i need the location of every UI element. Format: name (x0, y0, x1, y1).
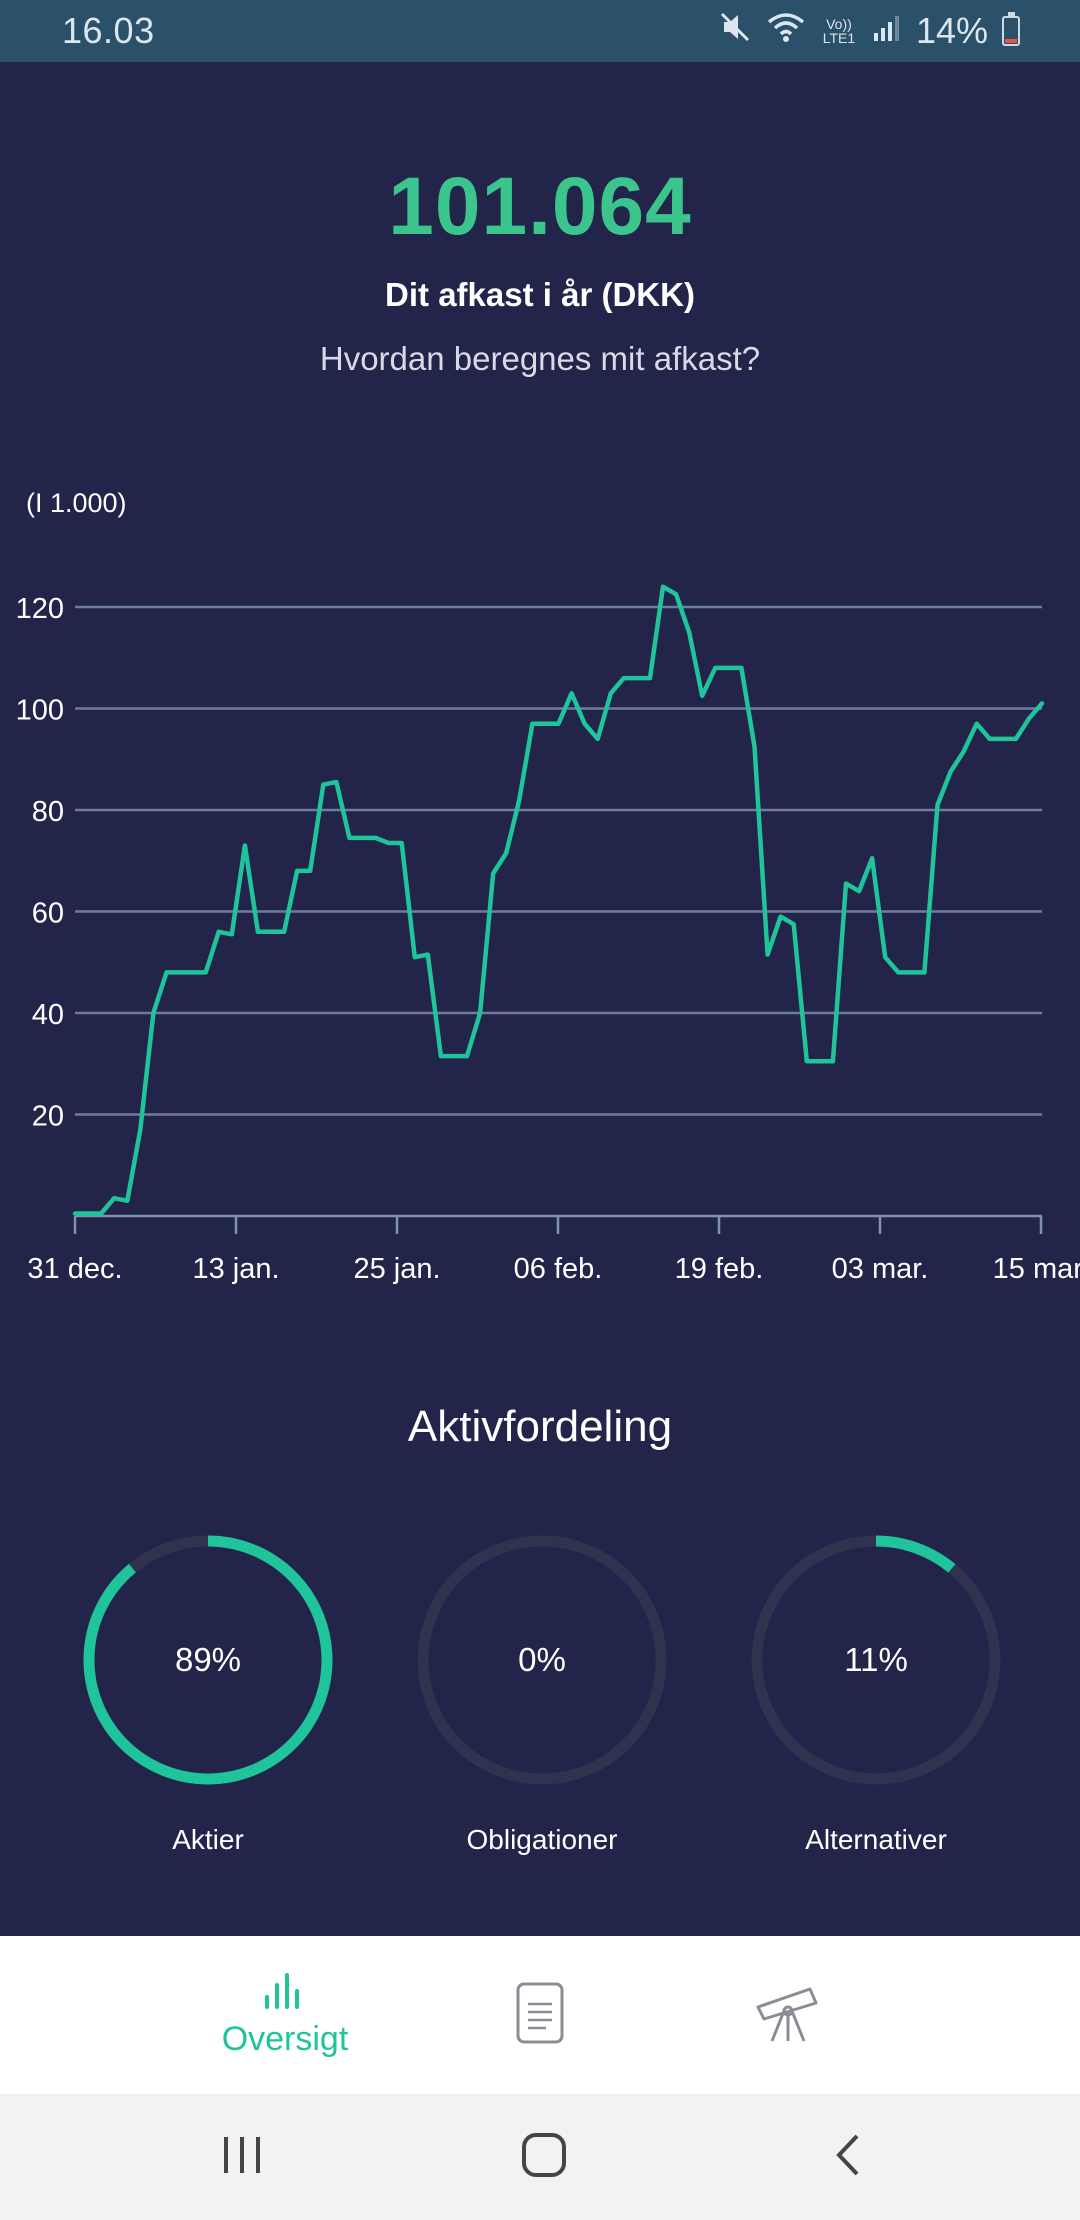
status-icons: Vo)) LTE1 14% (718, 10, 1020, 53)
tab-documents[interactable] (460, 1936, 620, 2094)
x-tick-label: 03 mar. (832, 1253, 929, 1285)
allocation-ring-aktier: 89% (78, 1530, 338, 1790)
return-value: 101.064 (388, 161, 692, 252)
battery-icon (1002, 12, 1020, 46)
allocation-percent: 11% (844, 1641, 908, 1678)
tab-oversigt[interactable]: Oversigt (170, 1936, 400, 2094)
allocation-label-alternativer: Alternativer (805, 1824, 947, 1855)
signal-icon (872, 10, 902, 52)
allocation-label-aktier: Aktier (172, 1824, 244, 1855)
telescope-icon (754, 1981, 826, 2050)
x-tick-label: 25 jan. (353, 1253, 440, 1285)
wifi-icon (766, 10, 806, 53)
system-nav-bar (0, 2094, 1080, 2220)
mute-icon (718, 10, 752, 53)
return-series-line (72, 584, 1045, 1216)
recent-apps-icon (220, 2135, 264, 2180)
tab-outlook[interactable] (710, 1936, 870, 2094)
lte-icon: Vo)) LTE1 (822, 16, 856, 46)
home-button[interactable] (484, 2094, 604, 2220)
allocation-percent: 0% (518, 1641, 566, 1678)
allocation-percent: 89% (174, 1641, 242, 1678)
allocation-label-obligationer: Obligationer (466, 1824, 618, 1855)
x-tick-label: 15 mar. (993, 1253, 1080, 1285)
return-chart-svg: (I 1.000) 120 100 80 60 40 20 31 dec. 13 jan. 25 … (16, 488, 1080, 1285)
back-icon (833, 2132, 863, 2183)
battery-percent: 14% (915, 10, 988, 51)
recent-apps-button[interactable] (182, 2094, 302, 2220)
status-time: 16.03 (62, 10, 155, 51)
document-icon (514, 1980, 566, 2051)
y-tick-label: 100 (16, 695, 64, 727)
x-tick-label: 19 feb. (675, 1253, 764, 1285)
x-tick-label: 31 dec. (27, 1253, 122, 1285)
y-tick-label: 120 (16, 593, 64, 625)
chart-unit-note: (I 1.000) (26, 488, 127, 518)
y-tick-label: 20 (32, 1101, 64, 1133)
return-label: Dit afkast i år (DKK) (385, 276, 695, 313)
back-button[interactable] (788, 2094, 908, 2220)
x-tick-label: 06 feb. (514, 1253, 603, 1285)
allocation-ring-obligationer: 0% (412, 1530, 672, 1790)
how-calculated-link[interactable]: Hvordan beregnes mit afkast? (0, 340, 1080, 378)
bottom-nav: Oversigt (0, 1936, 1080, 2094)
y-tick-label: 80 (32, 796, 64, 828)
tab-oversigt-label: Oversigt (221, 2020, 349, 2058)
app-content: 101.064 Dit afkast i år (DKK) Hvordan be… (0, 62, 1080, 1936)
home-icon (521, 2132, 567, 2183)
x-tick-label: 13 jan. (192, 1253, 279, 1285)
y-tick-label: 40 (32, 999, 64, 1031)
allocation-ring-alternativer: 11% (746, 1530, 1006, 1790)
status-bar: 16.03 Vo)) LTE1 14% (0, 0, 1080, 62)
y-tick-label: 60 (32, 898, 64, 930)
allocation-title: Aktivfordeling (407, 1402, 673, 1451)
return-chart: (I 1.000) 120 100 80 60 40 20 31 dec. 13 jan. 25 … (0, 482, 1080, 1322)
bar-chart-icon (263, 1971, 307, 2016)
